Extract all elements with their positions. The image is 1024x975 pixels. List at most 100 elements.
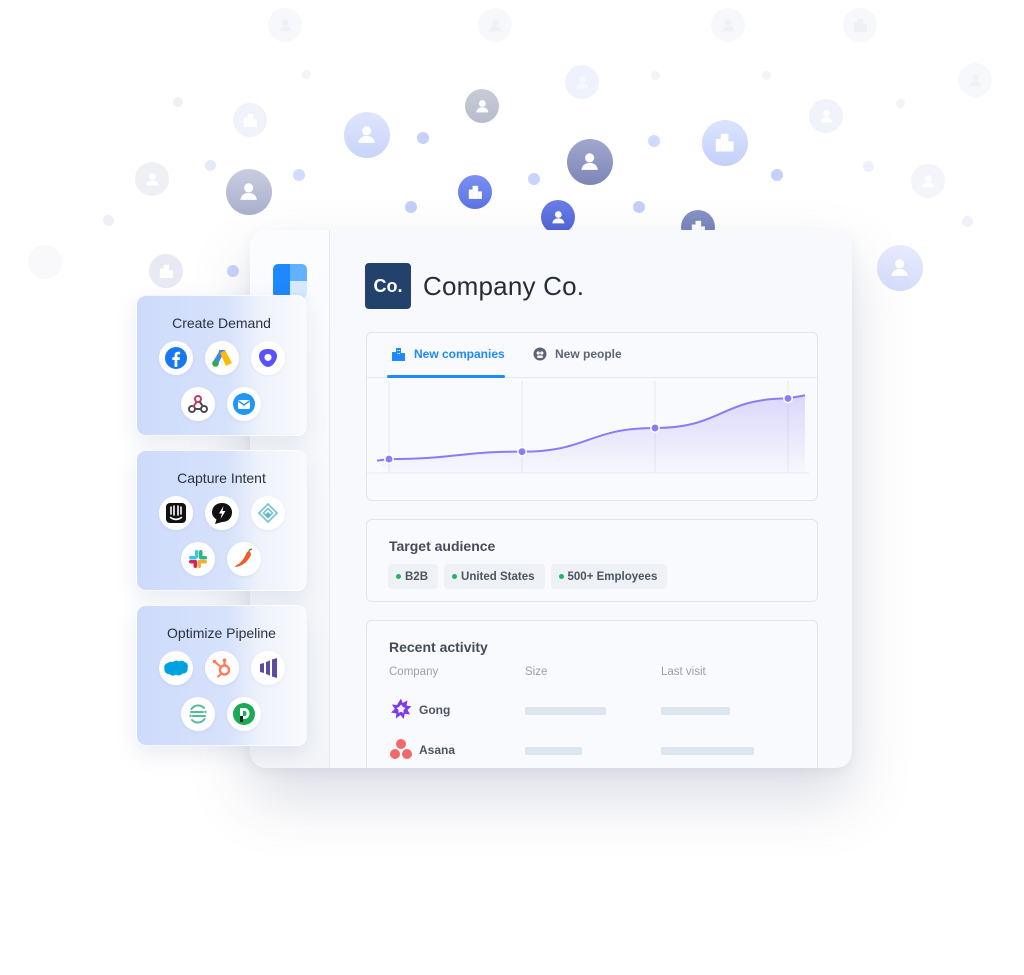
person-bubble-icon bbox=[226, 169, 272, 215]
panel-title: Create Demand bbox=[172, 315, 271, 331]
column-header-size: Size bbox=[525, 666, 548, 678]
person-bubble-icon bbox=[478, 8, 512, 42]
last-visit-placeholder-bar bbox=[661, 747, 754, 755]
decorative-circle bbox=[28, 245, 62, 279]
person-bubble-icon bbox=[268, 8, 302, 42]
person-bubble-icon bbox=[135, 162, 169, 196]
panel-capture-intent: Capture Intent bbox=[136, 450, 307, 591]
person-bubble-icon bbox=[877, 245, 923, 291]
app-window: Co. Company Co. New companies New people… bbox=[250, 230, 852, 768]
intercom-icon[interactable] bbox=[159, 496, 193, 530]
network-dot bbox=[771, 169, 783, 181]
chip-label: United States bbox=[461, 570, 535, 583]
drift-icon[interactable] bbox=[205, 496, 239, 530]
zapier-chili-icon[interactable] bbox=[227, 542, 261, 576]
person-bubble-icon bbox=[344, 112, 390, 158]
size-placeholder-bar bbox=[525, 747, 583, 755]
network-dot bbox=[648, 135, 660, 147]
marketo-icon[interactable] bbox=[251, 651, 285, 685]
active-tab-indicator bbox=[387, 375, 505, 378]
network-dot bbox=[862, 160, 874, 172]
network-dot bbox=[405, 201, 417, 213]
person-bubble-icon bbox=[465, 89, 499, 123]
network-dot bbox=[227, 265, 239, 277]
tab-label: New companies bbox=[414, 347, 505, 361]
hubspot-icon[interactable] bbox=[205, 651, 239, 685]
salesforce-icon[interactable] bbox=[159, 651, 193, 685]
google-ads-icon[interactable] bbox=[205, 341, 239, 375]
status-dot bbox=[396, 574, 401, 579]
app-logo-icon[interactable] bbox=[273, 264, 307, 298]
outreach-icon[interactable] bbox=[251, 341, 285, 375]
company-header: Co. Company Co. bbox=[365, 263, 584, 309]
recent-activity-title: Recent activity bbox=[389, 639, 488, 655]
tab-label: New people bbox=[555, 347, 622, 361]
network-dot bbox=[417, 132, 429, 144]
table-row[interactable]: Gong bbox=[389, 695, 817, 725]
network-dot bbox=[650, 70, 660, 80]
network-dot bbox=[173, 97, 183, 107]
company-name: Company Co. bbox=[423, 270, 585, 301]
table-row[interactable]: Asana bbox=[389, 735, 817, 765]
segment-icon[interactable] bbox=[181, 697, 215, 731]
chip-label: B2B bbox=[405, 570, 429, 583]
audience-chips: B2B United States 500+ Employees bbox=[388, 564, 668, 589]
network-dot bbox=[633, 201, 645, 213]
network-dot bbox=[301, 69, 311, 79]
network-dot bbox=[961, 215, 973, 227]
company-bubble-icon bbox=[149, 254, 183, 288]
person-bubble-icon bbox=[911, 164, 945, 198]
tab-new-companies[interactable]: New companies bbox=[391, 347, 505, 361]
data-point[interactable] bbox=[384, 454, 394, 465]
status-dot bbox=[558, 574, 564, 579]
panel-create-demand: Create Demand bbox=[136, 295, 307, 436]
panel-optimize-pipeline: Optimize Pipeline bbox=[136, 605, 307, 746]
person-bubble-icon bbox=[958, 63, 992, 97]
pipedrive-icon[interactable] bbox=[227, 697, 261, 731]
company-bubble-icon bbox=[843, 8, 877, 42]
network-dot bbox=[293, 169, 305, 181]
email-icon[interactable] bbox=[227, 387, 261, 421]
audience-chip[interactable]: 500+ Employees bbox=[550, 564, 668, 589]
column-header-last-visit: Last visit bbox=[661, 666, 706, 678]
company-bubble-icon bbox=[458, 175, 492, 209]
hull-icon[interactable] bbox=[251, 496, 285, 530]
last-visit-placeholder-bar bbox=[661, 707, 731, 715]
chip-label: 500+ Employees bbox=[567, 570, 658, 583]
chart-card: New companies New people bbox=[366, 332, 818, 501]
network-dot bbox=[761, 70, 771, 80]
webhook-icon[interactable] bbox=[181, 387, 215, 421]
facebook-icon[interactable] bbox=[159, 341, 193, 375]
size-placeholder-bar bbox=[525, 707, 606, 715]
area-fill bbox=[377, 395, 805, 473]
network-dot bbox=[528, 173, 540, 185]
area-chart bbox=[367, 381, 809, 474]
person-bubble-icon bbox=[711, 8, 745, 42]
company-bubble-icon bbox=[702, 120, 748, 166]
tab-new-people[interactable]: New people bbox=[533, 347, 622, 361]
gong-logo-icon bbox=[391, 698, 412, 719]
slack-icon[interactable] bbox=[181, 542, 215, 576]
company-cell: Asana bbox=[419, 743, 456, 757]
data-point[interactable] bbox=[650, 423, 660, 433]
status-dot bbox=[452, 574, 458, 579]
column-header-company: Company bbox=[389, 666, 439, 678]
company-cell: Gong bbox=[419, 703, 451, 717]
chart-tabs: New companies New people bbox=[367, 333, 817, 378]
network-dot bbox=[895, 98, 905, 108]
company-bubble-icon bbox=[233, 103, 267, 137]
person-bubble-icon bbox=[565, 65, 599, 99]
person-bubble-icon bbox=[567, 139, 613, 185]
network-dot bbox=[102, 214, 114, 226]
audience-chip[interactable]: United States bbox=[444, 564, 545, 589]
data-point[interactable] bbox=[517, 446, 527, 457]
asana-logo-icon bbox=[390, 739, 412, 759]
network-dot bbox=[204, 159, 216, 171]
people-icon bbox=[533, 347, 547, 361]
target-audience-card: Target audience B2B United States 500+ E… bbox=[366, 519, 818, 602]
company-avatar: Co. bbox=[365, 263, 411, 309]
audience-chip[interactable]: B2B bbox=[388, 564, 439, 589]
person-bubble-icon bbox=[541, 200, 575, 234]
data-point[interactable] bbox=[783, 393, 793, 404]
target-audience-title: Target audience bbox=[389, 538, 496, 554]
